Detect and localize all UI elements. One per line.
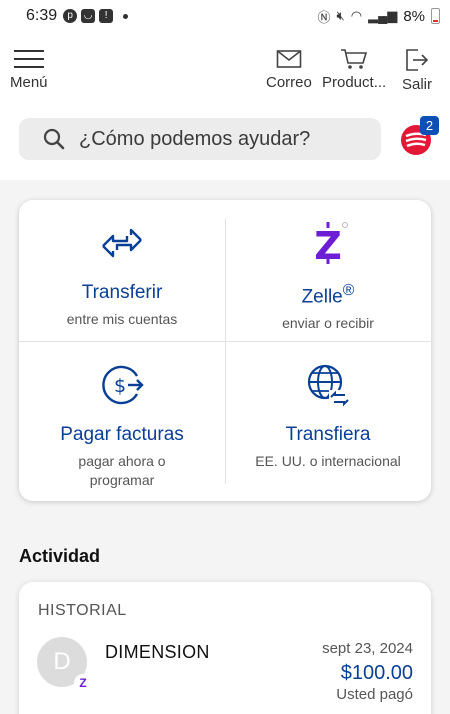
pay-bills-title: Pagar facturas (60, 424, 184, 445)
cart-icon (341, 49, 368, 69)
activity-merchant: DIMENSION (105, 642, 210, 662)
international-transfer-title: Transfiera (285, 424, 371, 445)
zelle-registered-mark: ® (342, 282, 355, 299)
zelle-title: Zelle® (301, 282, 355, 308)
pinterest-notification-icon: p (63, 9, 78, 23)
pay-bills-action[interactable]: $ Pagar facturas pagar ahora o programar (19, 362, 225, 490)
mail-button[interactable]: Correo (266, 48, 312, 91)
international-transfer-subtitle: EE. UU. o internacional (255, 453, 401, 469)
activity-card: HISTORIAL D Z DIMENSION sept 23, 2024 $1… (19, 582, 431, 714)
nfc-icon: Ⓝ (317, 9, 331, 25)
products-label: Product... (322, 74, 387, 91)
hamburger-icon (13, 48, 44, 70)
wifi-icon: ◠ (350, 8, 363, 23)
menu-button[interactable]: Menú (10, 48, 48, 91)
mail-label: Correo (266, 74, 312, 91)
alert-notification-icon: ! (99, 9, 114, 23)
horizontal-divider (19, 341, 431, 342)
pocket-notification-icon: ◡ (81, 9, 96, 23)
status-bar: 6:39 p ◡ ! Ⓝ 🔇︎ ◠ ▂▄▆ 8% (0, 0, 450, 32)
activity-status: Usted pagó (336, 686, 413, 703)
globe-transfer-icon (307, 364, 349, 407)
activity-amount: $100.00 (340, 662, 413, 684)
svg-text:$: $ (114, 375, 126, 397)
pay-bills-icon: $ (102, 365, 144, 405)
zelle-small-icon: Z (74, 674, 92, 692)
search-placeholder: ¿Cómo podemos ayudar? (79, 127, 311, 150)
quick-actions-card: Transferir entre mis cuentas Z Zelle® en… (19, 200, 431, 501)
status-time: 6:39 (26, 7, 58, 24)
activity-date: sept 23, 2024 (322, 640, 413, 657)
mail-icon (276, 50, 302, 68)
international-transfer-action[interactable]: Transfiera EE. UU. o internacional (225, 362, 431, 471)
history-label: HISTORIAL (38, 602, 127, 619)
app-header: Menú Correo Product... Salir ¿Cómo podem… (0, 32, 450, 180)
logout-icon (406, 49, 429, 71)
transfer-action[interactable]: Transferir entre mis cuentas (19, 220, 225, 329)
zelle-icon: Z (314, 222, 348, 266)
search-icon (43, 128, 65, 150)
menu-label: Menú (10, 74, 48, 91)
search-bar[interactable]: ¿Cómo podemos ayudar? (19, 118, 381, 160)
mute-icon: 🔇︎ (336, 8, 345, 23)
transfer-subtitle: entre mis cuentas (66, 311, 178, 327)
notification-badge: 2 (420, 116, 439, 135)
activity-heading: Actividad (19, 546, 101, 566)
logout-button[interactable]: Salir (402, 48, 432, 93)
transfer-arrows-icon (102, 228, 142, 258)
battery-percent: 8% (403, 7, 425, 25)
pay-bills-subtitle: pagar ahora o programar (78, 453, 166, 488)
transfer-title: Transferir (81, 282, 163, 303)
logout-label: Salir (402, 76, 433, 93)
products-button[interactable]: Product... (322, 48, 386, 91)
zelle-subtitle: enviar o recibir (282, 315, 374, 332)
zelle-action[interactable]: Z Zelle® enviar o recibir (225, 220, 431, 333)
battery-icon (431, 8, 440, 24)
signal-icon: ▂▄▆ (368, 8, 398, 23)
more-notifications-dot (123, 13, 129, 19)
